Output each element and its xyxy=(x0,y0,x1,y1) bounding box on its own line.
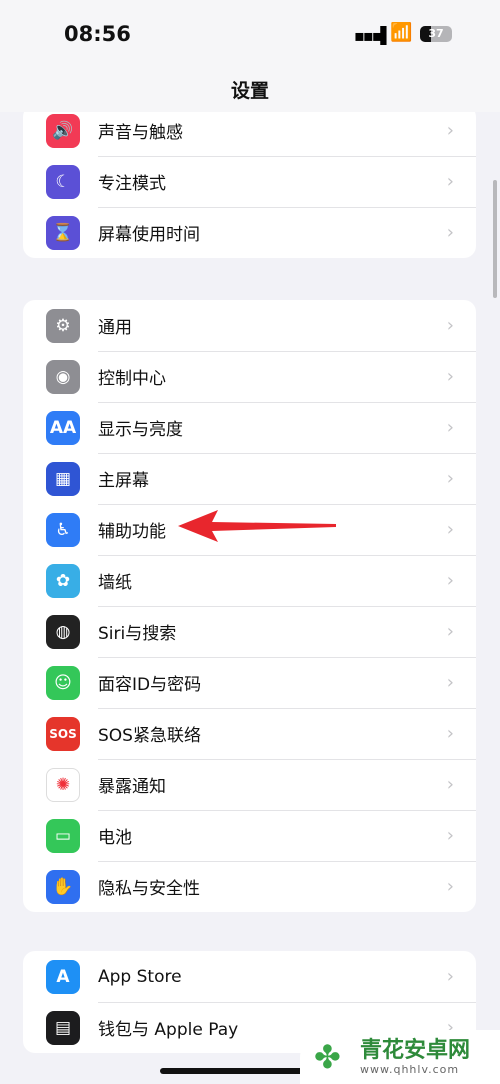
settings-row[interactable]: A App Store › xyxy=(23,951,476,1002)
chevron-right-icon: › xyxy=(446,876,454,897)
settings-row[interactable]: ✋ 隐私与安全性 › xyxy=(23,861,476,912)
watermark-logo-icon: ✤ xyxy=(314,1038,341,1076)
siri-icon: ◍ xyxy=(46,614,80,649)
moon-icon: ☾ xyxy=(46,164,80,199)
settings-row[interactable]: ⌛ 屏幕使用时间 › xyxy=(23,207,476,258)
watermark: ✤ 青花安卓网 www.qhhlv.com xyxy=(300,1030,500,1084)
status-bar: 08:56 ▪▪▪▌ 📶 37 设置 xyxy=(0,0,500,112)
scrollbar[interactable] xyxy=(493,180,497,298)
chevron-right-icon: › xyxy=(446,315,454,336)
page-title: 设置 xyxy=(230,80,269,102)
settings-row[interactable]: ☾ 专注模式 › xyxy=(23,156,476,207)
face-id-icon: ☺ xyxy=(46,665,80,700)
gear-icon: ⚙ xyxy=(46,308,80,343)
chevron-right-icon: › xyxy=(446,621,454,642)
clock: 08:56 xyxy=(64,22,131,46)
settings-row-label: 屏幕使用时间 xyxy=(98,225,200,245)
app-store-icon: A xyxy=(46,959,80,994)
settings-row-label: 主屏幕 xyxy=(98,471,149,491)
hand-icon: ✋ xyxy=(46,869,80,904)
flower-icon: ✿ xyxy=(46,563,80,598)
chevron-right-icon: › xyxy=(446,825,454,846)
chevron-right-icon: › xyxy=(446,672,454,693)
settings-row[interactable]: ☺ 面容ID与密码 › xyxy=(23,657,476,708)
watermark-url: www.qhhlv.com xyxy=(360,1062,460,1076)
exposure-icon: ✺ xyxy=(46,767,80,802)
settings-row-label: 专注模式 xyxy=(98,174,166,194)
cellular-signal-icon: ▪▪▪▌ xyxy=(354,26,393,45)
settings-group-1: 🔊 声音与触感 › ☾ 专注模式 › ⌛ 屏幕使用时间 › xyxy=(23,105,476,258)
settings-row[interactable]: ✿ 墙纸 › xyxy=(23,555,476,606)
battery-icon: ▭ xyxy=(46,818,80,853)
settings-row-label: 控制中心 xyxy=(98,369,166,389)
settings-row-label: 电池 xyxy=(98,828,132,848)
settings-row-label: 通用 xyxy=(98,318,132,338)
settings-row[interactable]: 🔊 声音与触感 › xyxy=(23,105,476,156)
settings-row-label: 墙纸 xyxy=(98,573,132,593)
settings-row[interactable]: ◍ Siri与搜索 › xyxy=(23,606,476,657)
settings-row[interactable]: ◉ 控制中心 › xyxy=(23,351,476,402)
toggles-icon: ◉ xyxy=(46,359,80,394)
settings-group-2: ⚙ 通用 › ◉ 控制中心 › AA 显示与亮度 › ▦ 主屏幕 › ♿ 辅助功能 › ✿ 墙纸 › ◍ Siri与搜… xyxy=(23,300,476,912)
chevron-right-icon: › xyxy=(446,120,454,141)
chevron-right-icon: › xyxy=(446,774,454,795)
chevron-right-icon: › xyxy=(446,519,454,540)
settings-row[interactable]: ✺ 暴露通知 › xyxy=(23,759,476,810)
settings-row[interactable]: SOS SOS紧急联络 › xyxy=(23,708,476,759)
accessibility-icon: ♿ xyxy=(46,512,80,547)
settings-row-label: Siri与搜索 xyxy=(98,624,177,644)
chevron-right-icon: › xyxy=(446,966,454,987)
home-grid-icon: ▦ xyxy=(46,461,80,496)
watermark-name: 青花安卓网 xyxy=(360,1037,471,1063)
settings-row[interactable]: ▭ 电池 › xyxy=(23,810,476,861)
chevron-right-icon: › xyxy=(446,468,454,489)
speaker-icon: 🔊 xyxy=(46,113,80,148)
settings-row-label: 隐私与安全性 xyxy=(98,879,200,899)
arrow-shape xyxy=(178,510,336,542)
chevron-right-icon: › xyxy=(446,366,454,387)
chevron-right-icon: › xyxy=(446,723,454,744)
settings-row-label: App Store xyxy=(98,966,182,987)
settings-row-label: 暴露通知 xyxy=(98,777,166,797)
wifi-icon: 📶 xyxy=(390,22,413,43)
settings-row-label: 声音与触感 xyxy=(98,123,183,143)
text-size-icon: AA xyxy=(46,410,80,445)
settings-row-label: 面容ID与密码 xyxy=(98,675,202,695)
hourglass-icon: ⌛ xyxy=(46,215,80,250)
settings-row[interactable]: ▦ 主屏幕 › xyxy=(23,453,476,504)
battery-indicator: 37 xyxy=(420,26,452,42)
settings-row[interactable]: ⚙ 通用 › xyxy=(23,300,476,351)
annotation-arrow xyxy=(178,510,336,542)
chevron-right-icon: › xyxy=(446,570,454,591)
settings-row-label: SOS紧急联络 xyxy=(98,726,201,746)
settings-row[interactable]: AA 显示与亮度 › xyxy=(23,402,476,453)
chevron-right-icon: › xyxy=(446,417,454,438)
chevron-right-icon: › xyxy=(446,222,454,243)
sos-icon: SOS xyxy=(46,716,80,751)
wallet-icon: ▤ xyxy=(46,1010,80,1045)
settings-row-label: 显示与亮度 xyxy=(98,420,183,440)
battery-percent: 37 xyxy=(428,27,444,40)
chevron-right-icon: › xyxy=(446,171,454,192)
